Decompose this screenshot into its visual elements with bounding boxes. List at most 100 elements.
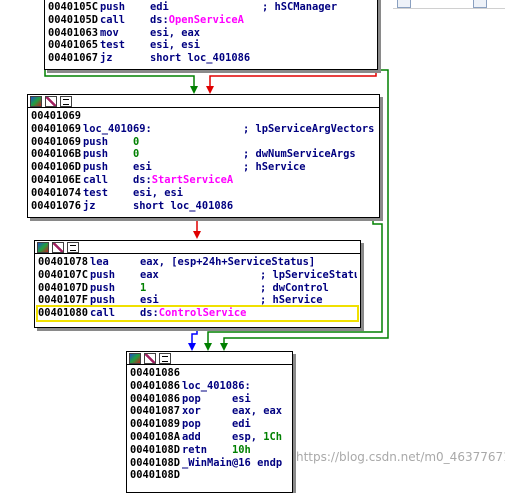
- text-view-icon[interactable]: [60, 96, 72, 107]
- block-header: [127, 352, 292, 365]
- text-view-icon[interactable]: [159, 353, 171, 364]
- block-header: [35, 241, 360, 254]
- instruction-line[interactable]: 00401065 test esi, esi: [48, 39, 374, 52]
- comment: ; hService: [243, 161, 306, 174]
- edit-icon[interactable]: [45, 96, 57, 107]
- address: 00401086: [130, 379, 181, 392]
- operand: esp,: [232, 430, 264, 443]
- function-name: OpenServiceA: [168, 13, 244, 26]
- operand: short loc_401086: [133, 199, 234, 212]
- instruction-line[interactable]: 0040107F push esi ; hService: [38, 294, 357, 307]
- arrow-head: [204, 343, 212, 351]
- operand: edi: [232, 418, 251, 431]
- instruction-line[interactable]: 0040108D _WinMain@16 endp: [130, 457, 289, 470]
- operand-prefix: ds:: [140, 307, 159, 320]
- operand-prefix: ds:: [133, 173, 152, 186]
- code-label: _WinMain@16 endp: [182, 456, 283, 469]
- instruction-line[interactable]: 0040106D push esi ; hService: [31, 161, 376, 174]
- address: 00401080: [38, 307, 89, 320]
- instruction-line[interactable]: 0040107C push eax ; lpServiceStatus: [38, 269, 357, 282]
- address: 00401086: [130, 392, 181, 405]
- address: 00401069: [31, 110, 82, 122]
- mnemonic: xor: [182, 405, 201, 418]
- instruction-line[interactable]: 00401089 pop edi: [130, 418, 289, 431]
- address: 0040105D: [48, 13, 99, 26]
- mnemonic: test: [100, 39, 126, 52]
- instruction-line[interactable]: 0040106B push 0 ; dwNumServiceArgs: [31, 148, 376, 161]
- immediate-value: 0: [133, 148, 140, 161]
- arrow-head: [188, 343, 196, 351]
- arrow-head: [206, 86, 214, 94]
- address: 00401087: [130, 405, 181, 418]
- instruction-line[interactable]: 00401069: [31, 110, 376, 123]
- address: 0040108D: [130, 469, 181, 482]
- code-block-controlservice[interactable]: 00401078 lea eax, [esp+24h+ServiceStatus] 0…: [34, 240, 361, 328]
- immediate-value: 1: [140, 281, 147, 294]
- block-lines: 00401069 00401069 loc_401069:; lpServiceAr…: [31, 110, 376, 212]
- immediate-value: 0: [133, 135, 140, 148]
- graph-color-icon[interactable]: [37, 242, 49, 253]
- instruction-line[interactable]: 00401067 jz short loc_401086: [48, 52, 374, 65]
- mnemonic: push: [83, 135, 109, 148]
- instruction-line[interactable]: 0040105D call ds:OpenServiceA: [48, 14, 374, 27]
- address: 0040106D: [31, 161, 82, 174]
- address: 00401065: [48, 39, 99, 52]
- instruction-line[interactable]: 00401086 pop esi: [130, 393, 289, 406]
- instruction-line[interactable]: 0040105C push edi ; hSCManager: [48, 1, 374, 14]
- operand: esi, esi: [150, 39, 201, 52]
- function-name: StartServiceA: [151, 173, 234, 186]
- operand: esi: [133, 161, 152, 174]
- instruction-line[interactable]: 00401078 lea eax, [esp+24h+ServiceStatus]: [38, 256, 357, 269]
- mnemonic: call: [100, 13, 126, 26]
- instruction-line[interactable]: 0040106E call ds:StartServiceA: [31, 174, 376, 187]
- mnemonic: push: [83, 148, 109, 161]
- edit-icon[interactable]: [52, 242, 64, 253]
- block-lines: 00401086 00401086 loc_401086: 00401086 pop es…: [130, 367, 289, 482]
- address: 00401067: [48, 52, 99, 65]
- address: 0040107D: [38, 281, 89, 294]
- code-label: loc_401069:: [83, 122, 152, 135]
- block-lines: 0040105C push edi ; hSCManager 0040105D call d…: [48, 1, 374, 65]
- instruction-line[interactable]: 00401074 test esi, esi: [31, 187, 376, 200]
- comment: ; dwNumServiceArgs: [243, 148, 356, 161]
- operand: esi, eax: [150, 26, 201, 39]
- graph-canvas[interactable]: 0040105C push edi; hSCManager 0040105D call d…: [0, 0, 505, 493]
- instruction-line[interactable]: 00401063 mov esi, eax: [48, 27, 374, 40]
- address: 0040107F: [38, 294, 89, 307]
- code-block-openservice[interactable]: 0040105C push edi ; hSCManager 0040105D call d…: [44, 0, 378, 70]
- comment: ; lpServiceStatus: [260, 268, 357, 281]
- operand: edi: [150, 1, 169, 13]
- operand: esi, esi: [133, 186, 184, 199]
- instruction-line[interactable]: 00401076 jz short loc_401086: [31, 200, 376, 213]
- mnemonic: push: [90, 268, 116, 281]
- graph-color-icon[interactable]: [30, 96, 42, 107]
- address: 00401086: [130, 367, 181, 379]
- address: 00401089: [130, 418, 181, 431]
- arrow-head: [190, 86, 198, 94]
- text-view-icon[interactable]: [67, 242, 79, 253]
- instruction-line[interactable]: 00401086: [130, 367, 289, 380]
- code-block-startservice[interactable]: 00401069 00401069 loc_401069:; lpServiceAr…: [27, 94, 380, 218]
- operand: eax: [140, 268, 159, 281]
- instruction-line[interactable]: 0040108A add esp, 1Ch: [130, 431, 289, 444]
- instruction-line[interactable]: 0040108D: [130, 469, 289, 482]
- address: 00401069: [31, 135, 82, 148]
- highlighted-instruction[interactable]: 00401080 call ds:ControlService: [36, 305, 359, 322]
- mnemonic: test: [83, 186, 109, 199]
- instruction-line[interactable]: 00401086 loc_401086:: [130, 380, 289, 393]
- instruction-line[interactable]: 0040108D retn 10h: [130, 444, 289, 457]
- address: 0040106E: [31, 173, 82, 186]
- code-block-loc401086[interactable]: 00401086 00401086 loc_401086: 00401086 pop es…: [126, 351, 293, 493]
- instruction-line[interactable]: 00401069 loc_401069: ; lpServiceArgVectors: [31, 123, 376, 136]
- address: 00401076: [31, 199, 82, 212]
- mnemonic: call: [90, 307, 116, 320]
- operand-prefix: ds:: [150, 13, 169, 26]
- instruction-line[interactable]: 0040107D push 1 ; dwControl: [38, 282, 357, 295]
- comment: ; hSCManager: [262, 1, 338, 13]
- instruction-line[interactable]: 00401069 push 0: [31, 136, 376, 149]
- function-name: ControlService: [158, 307, 247, 320]
- address: 0040108D: [130, 443, 181, 456]
- instruction-line[interactable]: 00401087 xor eax, eax: [130, 405, 289, 418]
- edit-icon[interactable]: [144, 353, 156, 364]
- graph-color-icon[interactable]: [129, 353, 141, 364]
